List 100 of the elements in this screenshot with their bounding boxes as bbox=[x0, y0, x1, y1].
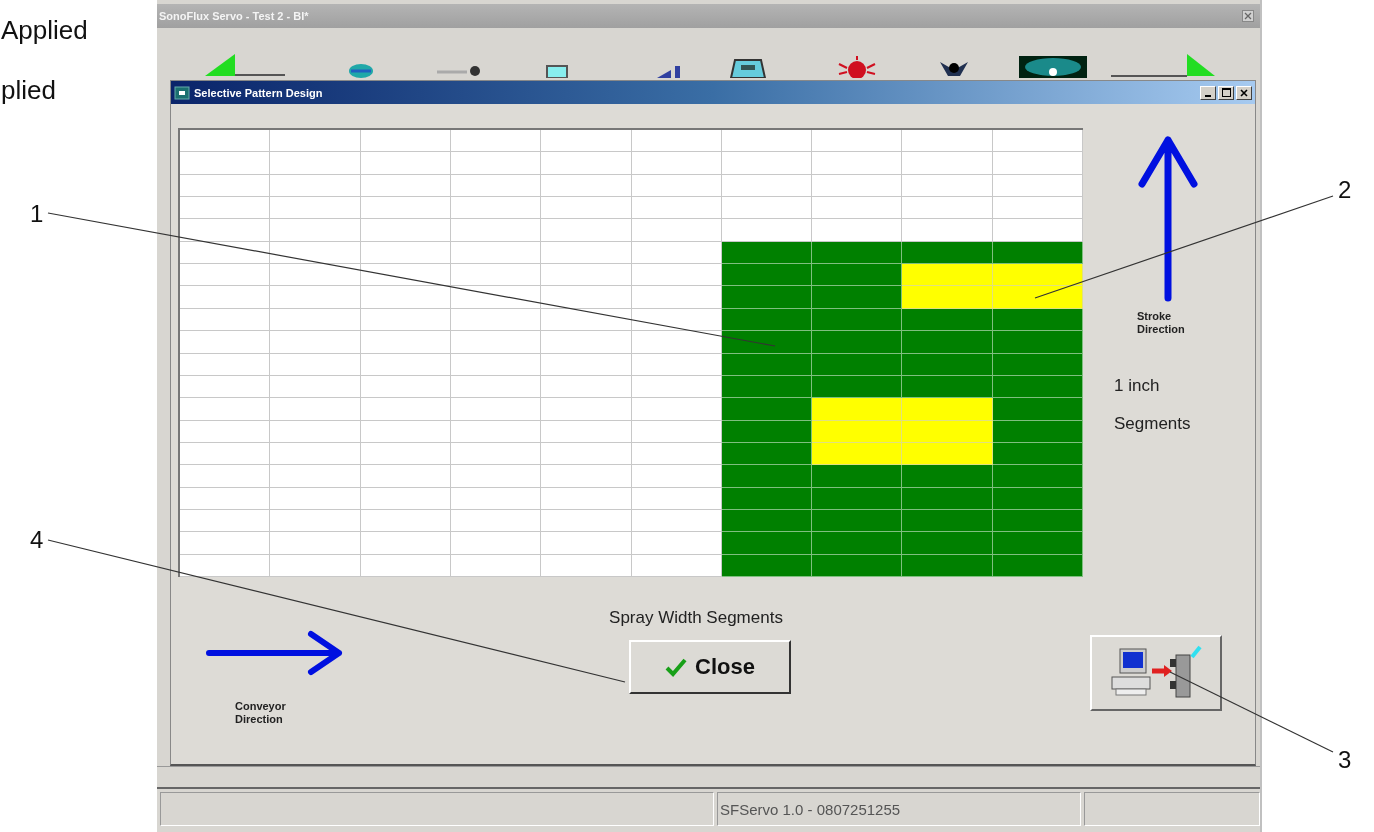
grid-cell[interactable] bbox=[270, 152, 361, 175]
grid-cell[interactable] bbox=[450, 130, 542, 153]
grid-cell[interactable] bbox=[541, 487, 632, 510]
grid-cell[interactable] bbox=[992, 264, 1083, 287]
grid-cell[interactable] bbox=[180, 375, 271, 399]
grid-cell[interactable] bbox=[812, 174, 903, 198]
grid-cell[interactable] bbox=[812, 264, 903, 287]
grid-cell[interactable] bbox=[812, 241, 903, 265]
grid-cell[interactable] bbox=[992, 465, 1083, 488]
grid-cell[interactable] bbox=[541, 219, 632, 242]
grid-cell[interactable] bbox=[270, 331, 361, 354]
tablet-icon[interactable] bbox=[729, 58, 767, 78]
grid-cell[interactable] bbox=[902, 308, 993, 332]
ramp-down-icon[interactable] bbox=[1111, 54, 1215, 78]
grid-cell[interactable] bbox=[270, 398, 361, 421]
grid-cell[interactable] bbox=[270, 264, 361, 287]
grid-cell[interactable] bbox=[902, 398, 993, 421]
grid-cell[interactable] bbox=[902, 130, 993, 153]
grid-cell[interactable] bbox=[992, 532, 1083, 555]
grid-cell[interactable] bbox=[812, 375, 903, 399]
grid-cell[interactable] bbox=[450, 197, 542, 220]
grid-cell[interactable] bbox=[180, 152, 271, 175]
grid-cell[interactable] bbox=[902, 487, 993, 510]
grid-cell[interactable] bbox=[902, 532, 993, 555]
grid-cell[interactable] bbox=[270, 219, 361, 242]
grid-cell[interactable] bbox=[541, 375, 632, 399]
grid-cell[interactable] bbox=[902, 286, 993, 309]
ramp-up-icon[interactable] bbox=[205, 54, 287, 78]
grid-cell[interactable] bbox=[992, 130, 1083, 153]
grid-cell[interactable] bbox=[631, 398, 722, 421]
grid-cell[interactable] bbox=[180, 286, 271, 309]
grid-cell[interactable] bbox=[180, 353, 271, 376]
grid-cell[interactable] bbox=[450, 331, 542, 354]
grid-cell[interactable] bbox=[180, 509, 271, 533]
grid-cell[interactable] bbox=[631, 197, 722, 220]
grid-cell[interactable] bbox=[541, 398, 632, 421]
grid-cell[interactable] bbox=[721, 532, 813, 555]
grid-cell[interactable] bbox=[541, 197, 632, 220]
grid-cell[interactable] bbox=[180, 465, 271, 488]
grid-cell[interactable] bbox=[631, 130, 722, 153]
grid-cell[interactable] bbox=[812, 219, 903, 242]
grid-cell[interactable] bbox=[541, 152, 632, 175]
grid-cell[interactable] bbox=[992, 331, 1083, 354]
grid-cell[interactable] bbox=[631, 331, 722, 354]
grid-cell[interactable] bbox=[270, 375, 361, 399]
grid-cell[interactable] bbox=[721, 398, 813, 421]
grid-cell[interactable] bbox=[992, 398, 1083, 421]
grid-cell[interactable] bbox=[180, 197, 271, 220]
grid-cell[interactable] bbox=[541, 420, 632, 443]
grid-cell[interactable] bbox=[631, 465, 722, 488]
grid-cell[interactable] bbox=[360, 264, 451, 287]
grid-cell[interactable] bbox=[812, 152, 903, 175]
grid-cell[interactable] bbox=[180, 532, 271, 555]
grid-cell[interactable] bbox=[270, 465, 361, 488]
monitor-icon[interactable] bbox=[545, 64, 569, 78]
grid-cell[interactable] bbox=[270, 487, 361, 510]
grid-cell[interactable] bbox=[180, 308, 271, 332]
grid-cell[interactable] bbox=[450, 286, 542, 309]
grid-cell[interactable] bbox=[992, 219, 1083, 242]
grid-cell[interactable] bbox=[270, 420, 361, 443]
grid-cell[interactable] bbox=[360, 219, 451, 242]
grid-cell[interactable] bbox=[721, 130, 813, 153]
grid-cell[interactable] bbox=[541, 532, 632, 555]
grid-cell[interactable] bbox=[180, 442, 271, 466]
grid-cell[interactable] bbox=[360, 152, 451, 175]
close-button[interactable]: Close bbox=[629, 640, 791, 694]
grid-cell[interactable] bbox=[812, 398, 903, 421]
grid-cell[interactable] bbox=[541, 130, 632, 153]
grid-cell[interactable] bbox=[631, 532, 722, 555]
grid-cell[interactable] bbox=[541, 554, 632, 577]
grid-cell[interactable] bbox=[450, 152, 542, 175]
grid-cell[interactable] bbox=[360, 197, 451, 220]
grid-cell[interactable] bbox=[270, 532, 361, 555]
grid-cell[interactable] bbox=[541, 241, 632, 265]
grid-cell[interactable] bbox=[450, 532, 542, 555]
grid-cell[interactable] bbox=[450, 264, 542, 287]
grid-cell[interactable] bbox=[270, 174, 361, 198]
grid-cell[interactable] bbox=[450, 219, 542, 242]
grid-cell[interactable] bbox=[902, 264, 993, 287]
grid-cell[interactable] bbox=[902, 152, 993, 175]
grid-cell[interactable] bbox=[902, 241, 993, 265]
light-beam-icon[interactable] bbox=[1019, 56, 1087, 78]
grid-cell[interactable] bbox=[992, 286, 1083, 309]
grid-cell[interactable] bbox=[270, 308, 361, 332]
grid-cell[interactable] bbox=[812, 420, 903, 443]
grid-cell[interactable] bbox=[631, 219, 722, 242]
maximize-button[interactable] bbox=[1218, 85, 1234, 100]
grid-cell[interactable] bbox=[541, 331, 632, 354]
grid-cell[interactable] bbox=[360, 331, 451, 354]
grid-cell[interactable] bbox=[270, 130, 361, 153]
grid-cell[interactable] bbox=[812, 197, 903, 220]
grid-cell[interactable] bbox=[180, 219, 271, 242]
grid-cell[interactable] bbox=[180, 487, 271, 510]
bar-chart-icon[interactable] bbox=[655, 64, 683, 78]
grid-cell[interactable] bbox=[902, 509, 993, 533]
grid-cell[interactable] bbox=[541, 353, 632, 376]
grid-cell[interactable] bbox=[902, 174, 993, 198]
grid-cell[interactable] bbox=[360, 130, 451, 153]
grid-cell[interactable] bbox=[721, 264, 813, 287]
grid-cell[interactable] bbox=[270, 509, 361, 533]
